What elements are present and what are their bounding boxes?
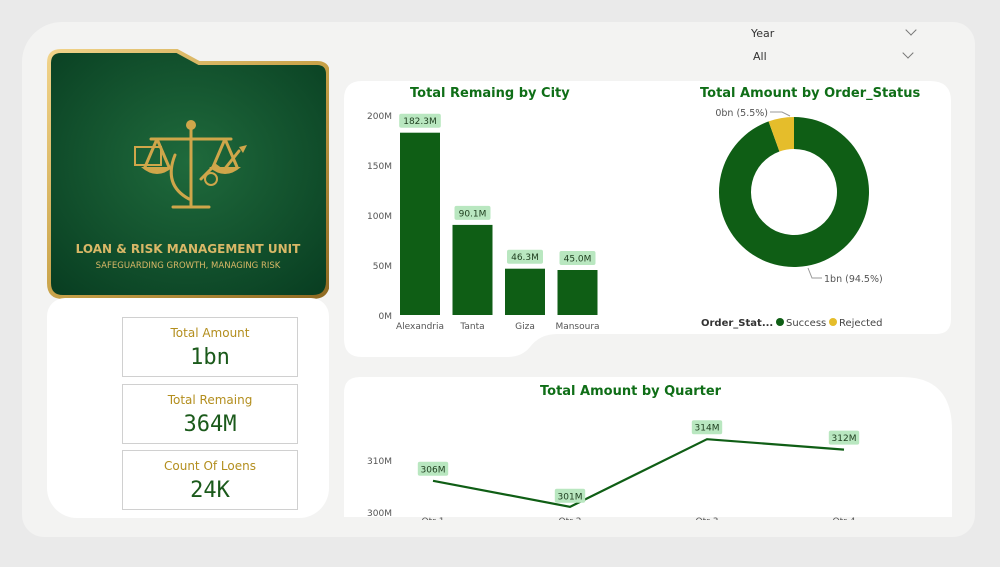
kpi-card-count-loans: Count Of Loens 24K	[122, 450, 298, 510]
x-tick-label: Mansoura	[555, 322, 599, 332]
kpi-value: 24K	[190, 478, 230, 503]
leader-line	[770, 111, 791, 117]
x-tick-label: Giza	[515, 322, 535, 332]
y-tick-label: 50M	[373, 262, 392, 272]
data-label: 46.3M	[511, 253, 539, 263]
legend-label: Rejected	[839, 318, 883, 329]
chevron-down-icon[interactable]	[905, 24, 917, 36]
y-tick-label: 310M	[367, 457, 392, 467]
x-tick-label: Qtr 2	[559, 517, 582, 520]
legend-swatch	[776, 318, 784, 326]
x-tick-label: Qtr 3	[696, 517, 719, 520]
leader-line	[807, 267, 822, 279]
series-line	[432, 438, 845, 508]
y-tick-label: 150M	[367, 162, 392, 172]
data-label: 182.3M	[403, 117, 437, 127]
x-tick-label: Tanta	[459, 322, 484, 332]
legend-title: Order_Stat...	[701, 318, 773, 329]
x-tick-label: Alexandria	[396, 322, 444, 332]
data-label: 45.0M	[564, 255, 592, 265]
scales-emblem-icon	[134, 120, 247, 209]
kpi-card-total-amount: Total Amount 1bn	[122, 317, 298, 377]
slice-label: 1bn (94.5%)	[824, 274, 883, 285]
logo-panel: LOAN & RISK MANAGEMENT UNIT SAFEGUARDING…	[47, 49, 329, 299]
data-label: 314M	[695, 424, 720, 434]
slice-label: 0bn (5.5%)	[715, 108, 768, 119]
bar-chart-title: Total Remaing by City	[410, 86, 570, 101]
data-label: 301M	[558, 492, 583, 502]
data-label: 312M	[832, 434, 857, 444]
data-label: 306M	[421, 465, 446, 475]
bar	[505, 268, 545, 315]
kpi-value: 1bn	[190, 345, 230, 370]
kpi-label: Count Of Loens	[164, 459, 256, 473]
logo-title: LOAN & RISK MANAGEMENT UNIT	[75, 242, 301, 256]
data-label: 90.1M	[459, 209, 487, 219]
y-tick-label: 0M	[379, 312, 393, 322]
y-tick-label: 100M	[367, 212, 392, 222]
bar	[400, 132, 440, 315]
bar	[452, 224, 493, 315]
donut-chart[interactable]: 0bn (5.5%) 1bn (94.5%) Order_Stat... Succes…	[622, 102, 942, 342]
chevron-down-icon[interactable]	[902, 47, 914, 59]
slicer-title: Year	[751, 27, 775, 40]
kpi-value: 364M	[183, 412, 237, 437]
bar-chart[interactable]: 0M 50M 100M 150M 200M 182.3M Alexandria 90.1M Ta…	[342, 107, 612, 337]
bar	[557, 270, 598, 315]
legend-label: Success	[786, 318, 826, 329]
donut-chart-title: Total Amount by Order_Status	[700, 86, 921, 101]
logo-tagline: SAFEGUARDING GROWTH, MANAGING RISK	[95, 261, 281, 271]
line-chart-title: Total Amount by Quarter	[540, 384, 722, 399]
kpi-card-total-remaining: Total Remaing 364M	[122, 384, 298, 444]
slicer-value[interactable]: All	[753, 50, 767, 63]
line-chart[interactable]: 300M 310M 306M Qtr 1 301M Qtr 2 314M Qtr 3 312M Q…	[342, 400, 902, 520]
x-tick-label: Qtr 4	[833, 517, 856, 520]
x-tick-label: Qtr 1	[422, 517, 445, 520]
dashboard-canvas: Year All LOAN & RISK MANAGEMENT UNIT SAF…	[22, 22, 975, 537]
legend-swatch	[829, 318, 837, 326]
kpi-label: Total Remaing	[167, 393, 253, 407]
y-tick-label: 300M	[367, 509, 392, 519]
y-tick-label: 200M	[367, 112, 392, 122]
kpi-label: Total Amount	[170, 326, 250, 340]
